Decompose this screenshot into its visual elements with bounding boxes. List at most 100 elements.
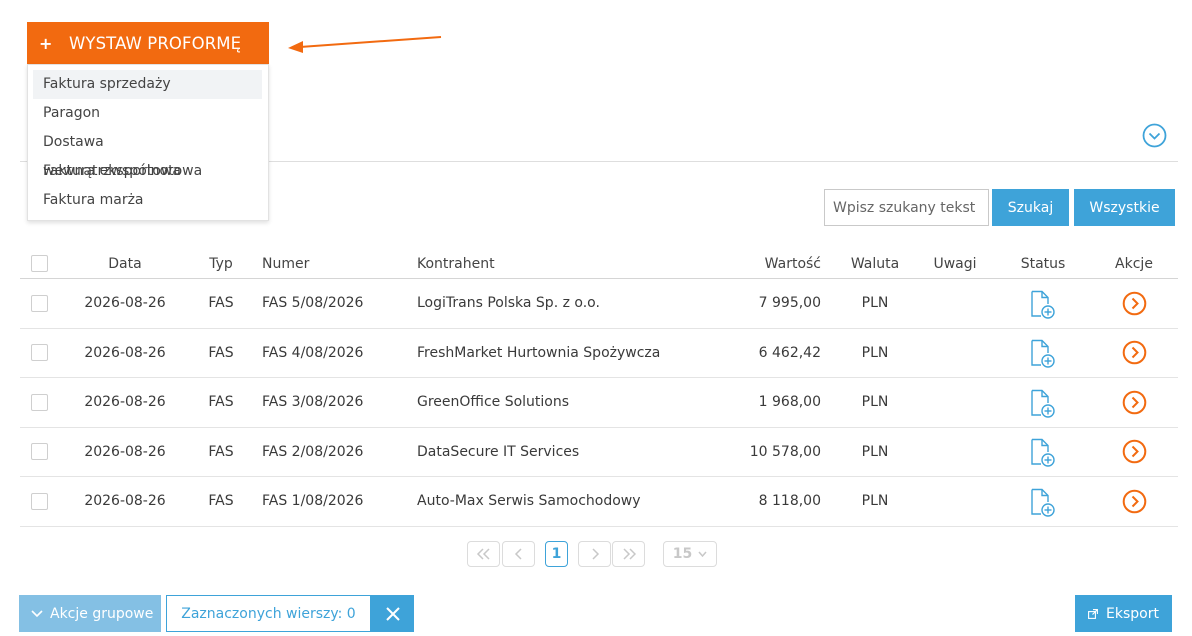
row-checkbox[interactable] <box>31 443 48 461</box>
cell-remarks <box>920 477 990 526</box>
cell-type: FAS <box>208 493 234 510</box>
cell-remarks <box>920 279 990 328</box>
cell-value: 10 578,00 <box>749 443 821 460</box>
prev-page-button[interactable] <box>502 541 535 567</box>
cell-type: FAS <box>208 344 234 361</box>
cell-date: 2026-08-26 <box>84 443 166 460</box>
annotation-arrow-icon <box>288 36 442 53</box>
next-page-button[interactable] <box>578 541 611 567</box>
cell-currency: PLN <box>861 295 889 312</box>
table-row[interactable]: 2026-08-26 FAS FAS 2/08/2026 DataSecure IT … <box>20 428 1178 477</box>
group-actions-label: Akcje grupowe <box>50 605 154 622</box>
cell-type: FAS <box>208 443 234 460</box>
search-input[interactable] <box>824 189 989 226</box>
select-all-checkbox[interactable] <box>31 255 48 272</box>
external-link-icon <box>1088 608 1098 619</box>
table-body: 2026-08-26 FAS FAS 5/08/2026 LogiTrans Pols… <box>20 279 1178 527</box>
row-checkbox[interactable] <box>31 344 48 362</box>
cell-contractor: LogiTrans Polska Sp. z o.o. <box>417 295 600 312</box>
cell-value: 7 995,00 <box>758 295 821 312</box>
cell-date: 2026-08-26 <box>84 344 166 361</box>
table-row[interactable]: 2026-08-26 FAS FAS 5/08/2026 LogiTrans Pols… <box>20 279 1178 329</box>
first-page-button[interactable] <box>467 541 500 567</box>
circle-chevron-right-icon[interactable] <box>1122 291 1147 316</box>
cell-contractor: GreenOffice Solutions <box>417 394 570 411</box>
plus-icon: + <box>39 33 53 53</box>
row-checkbox[interactable] <box>31 294 48 312</box>
document-plus-icon[interactable] <box>1029 290 1057 320</box>
selected-rows-counter: Zaznaczonych wierszy: 0 <box>166 595 371 632</box>
header-currency[interactable]: Waluta <box>842 249 908 278</box>
cell-currency: PLN <box>861 493 889 510</box>
clear-selection-button[interactable] <box>371 595 414 632</box>
row-checkbox[interactable] <box>31 393 48 411</box>
chevron-down-icon <box>698 551 707 557</box>
cell-date: 2026-08-26 <box>84 295 166 312</box>
double-chevron-left-icon <box>476 548 490 560</box>
chevron-down-icon <box>31 609 43 618</box>
cell-type: FAS <box>208 394 234 411</box>
circle-chevron-right-icon[interactable] <box>1122 439 1147 464</box>
group-actions-button[interactable]: Akcje grupowe <box>19 595 161 632</box>
table-row[interactable]: 2026-08-26 FAS FAS 3/08/2026 GreenOffice So… <box>20 378 1178 428</box>
menu-item-intra-community-delivery[interactable]: Dostawa wewnątrzwspólnotowa <box>33 128 262 179</box>
show-all-button[interactable]: Wszystkie <box>1074 189 1175 226</box>
menu-item-margin-invoice[interactable]: Faktura marża <box>33 186 262 215</box>
close-icon <box>385 606 400 621</box>
cell-value: 1 968,00 <box>758 394 821 411</box>
circle-chevron-right-icon[interactable] <box>1122 340 1147 365</box>
cell-type: FAS <box>208 295 234 312</box>
export-button[interactable]: Eksport <box>1075 595 1172 632</box>
search-button[interactable]: Szukaj <box>992 189 1069 226</box>
document-plus-icon[interactable] <box>1029 389 1057 419</box>
header-number[interactable]: Numer <box>262 249 309 278</box>
cell-number: FAS 1/08/2026 <box>262 493 364 510</box>
circle-chevron-right-icon[interactable] <box>1122 390 1147 415</box>
cell-currency: PLN <box>861 443 889 460</box>
cell-currency: PLN <box>861 344 889 361</box>
circle-chevron-right-icon[interactable] <box>1122 489 1147 514</box>
invoices-table: Data Typ Numer Kontrahent Wartość Waluta… <box>20 249 1178 527</box>
document-plus-icon[interactable] <box>1029 339 1057 369</box>
pagination: 1 <box>0 541 1192 567</box>
cell-remarks <box>920 428 990 477</box>
cell-date: 2026-08-26 <box>84 394 166 411</box>
cell-date: 2026-08-26 <box>84 493 166 510</box>
cell-number: FAS 5/08/2026 <box>262 295 364 312</box>
cell-number: FAS 4/08/2026 <box>262 344 364 361</box>
menu-item-receipt[interactable]: Paragon <box>33 99 262 128</box>
menu-item-sales-invoice[interactable]: Faktura sprzedaży <box>33 70 262 99</box>
cell-contractor: Auto-Max Serwis Samochodowy <box>417 493 641 510</box>
cell-number: FAS 2/08/2026 <box>262 443 364 460</box>
page-size-value: 15 <box>672 546 693 562</box>
chevron-left-icon <box>514 548 522 560</box>
header-contractor[interactable]: Kontrahent <box>417 249 495 278</box>
double-chevron-right-icon <box>622 548 636 560</box>
cell-contractor: FreshMarket Hurtownia Spożywcza <box>417 344 661 361</box>
last-page-button[interactable] <box>612 541 645 567</box>
circle-chevron-down-icon[interactable] <box>1142 123 1167 148</box>
header-type[interactable]: Typ <box>206 249 236 278</box>
header-status: Status <box>1020 255 1066 272</box>
issue-proforma-button[interactable]: + WYSTAW PROFORMĘ <box>27 22 269 64</box>
menu-item-export-invoice[interactable]: Faktura eksportowa <box>33 157 262 186</box>
cell-value: 8 118,00 <box>758 493 821 510</box>
document-type-menu: Faktura sprzedaży Paragon Dostawa wewnąt… <box>27 64 269 221</box>
cell-currency: PLN <box>861 394 889 411</box>
page-current[interactable]: 1 <box>545 541 568 567</box>
cell-number: FAS 3/08/2026 <box>262 394 364 411</box>
document-plus-icon[interactable] <box>1029 438 1057 468</box>
row-checkbox[interactable] <box>31 492 48 510</box>
cell-contractor: DataSecure IT Services <box>417 443 580 460</box>
header-value[interactable]: Wartość <box>720 249 821 278</box>
page-size-select[interactable]: 15 <box>663 541 717 567</box>
header-remarks: Uwagi <box>933 255 977 272</box>
cell-remarks <box>920 329 990 378</box>
table-row[interactable]: 2026-08-26 FAS FAS 4/08/2026 FreshMarket Hu… <box>20 329 1178 378</box>
header-actions: Akcje <box>1115 255 1153 272</box>
document-plus-icon[interactable] <box>1029 488 1057 518</box>
cell-remarks <box>920 378 990 427</box>
chevron-right-icon <box>591 548 599 560</box>
header-date[interactable]: Data <box>82 249 168 278</box>
table-row[interactable]: 2026-08-26 FAS FAS 1/08/2026 Auto-Max Serwi… <box>20 477 1178 527</box>
